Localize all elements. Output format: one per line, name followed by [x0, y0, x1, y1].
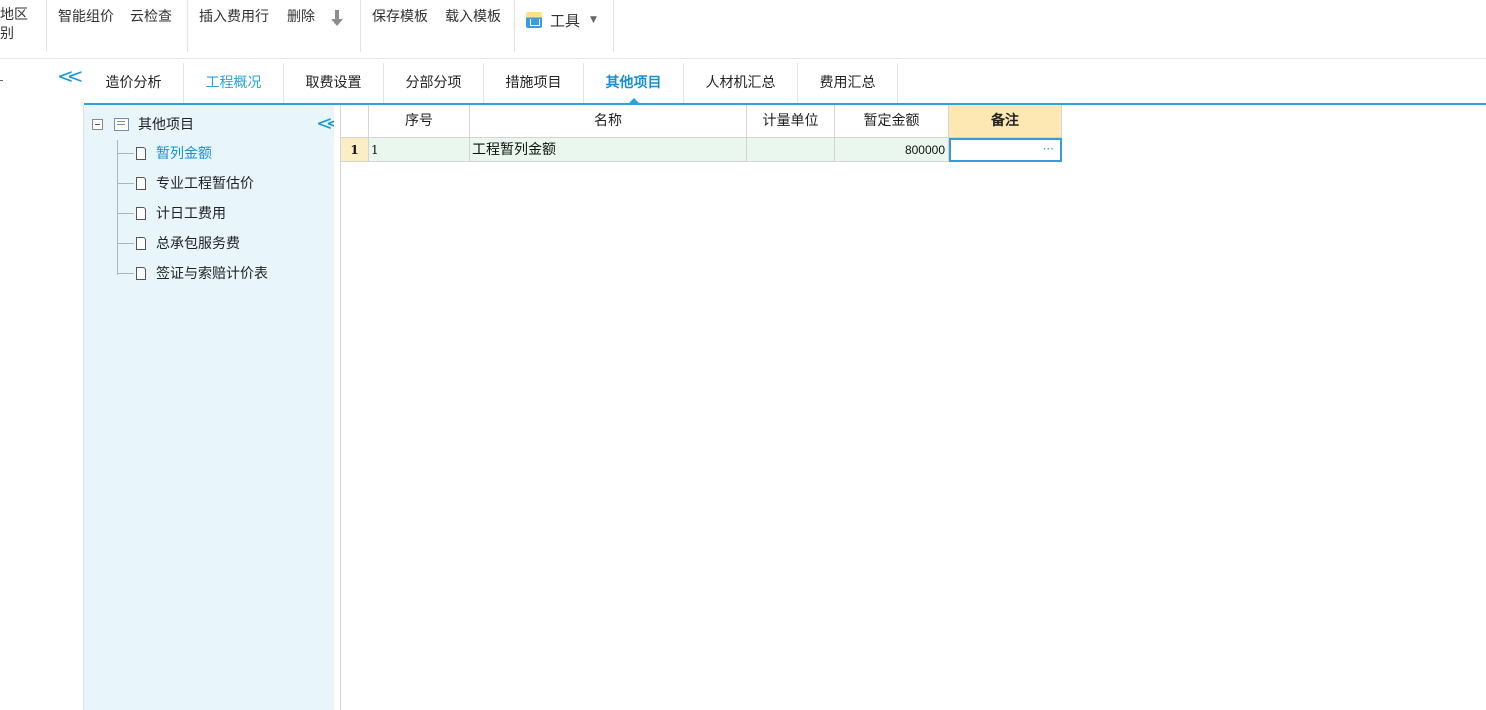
save-template-button[interactable]: 保存模板 [372, 6, 428, 26]
row-number[interactable]: 1 [341, 138, 369, 162]
panel-splitter[interactable] [334, 105, 341, 710]
column-header-unit[interactable]: 计量单位 [747, 105, 835, 138]
tab-bar: 造价分析 工程概况 取费设置 分部分项 措施项目 其他项目 人材机汇总 费用汇总 [84, 63, 1486, 104]
tab-cost-analysis[interactable]: 造价分析 [84, 63, 184, 103]
tree-connector [118, 272, 134, 274]
smart-pricing-button[interactable]: 智能组价 [58, 6, 114, 26]
tree-item-daywork[interactable]: 计日工费用 [118, 201, 226, 225]
left-panel-marker [0, 80, 3, 81]
collapse-left-panel-icon[interactable]: << [57, 66, 83, 86]
cell-note[interactable]: ··· [949, 138, 1062, 162]
toolbar-divider [360, 0, 361, 52]
tree-item-label: 总承包服务费 [156, 236, 240, 252]
toolbar: 地区 别 智能组价 云检查 插入费用行 删除 保存模板 载入模板 工具 ▼ [0, 0, 1486, 59]
load-template-button[interactable]: 载入模板 [445, 6, 501, 26]
tree-item-general-contract-fee[interactable]: 总承包服务费 [118, 231, 240, 255]
tree-connector [118, 242, 134, 244]
toolbar-divider [613, 0, 614, 52]
tab-measures[interactable]: 措施项目 [484, 63, 584, 103]
document-icon [136, 176, 146, 190]
chevron-down-icon: ▼ [590, 15, 597, 25]
tree-item-label: 签证与索赔计价表 [156, 266, 268, 282]
tree-connector [118, 212, 134, 214]
tools-label: 工具 [550, 11, 581, 30]
tab-other-items-label: 其他项目 [605, 75, 662, 91]
column-header-seq[interactable]: 序号 [369, 105, 470, 138]
region-label-line1: 地区 [0, 7, 28, 23]
tree-connector [118, 152, 134, 154]
tab-labor-material-summary[interactable]: 人材机汇总 [684, 63, 798, 103]
column-header-note[interactable]: 备注 [949, 105, 1062, 138]
tab-other-items[interactable]: 其他项目 [584, 63, 684, 104]
document-icon [136, 146, 146, 160]
tab-fee-settings[interactable]: 取费设置 [284, 63, 384, 103]
tree-item-label: 暂列金额 [156, 146, 212, 162]
document-icon [136, 206, 146, 220]
column-header-name[interactable]: 名称 [470, 105, 747, 138]
tab-cost-summary[interactable]: 费用汇总 [798, 63, 898, 103]
move-down-icon[interactable] [330, 8, 344, 28]
column-header-amount[interactable]: 暂定金额 [835, 105, 949, 138]
tree-root-label: 其他项目 [138, 117, 194, 133]
tab-project-overview[interactable]: 工程概况 [184, 63, 284, 103]
tree-connector [118, 182, 134, 184]
collapse-tree-icon[interactable]: << [316, 113, 342, 133]
tree-item-visa-claims[interactable]: 签证与索赔计价表 [118, 261, 268, 285]
cell-unit[interactable] [747, 138, 835, 162]
delete-button[interactable]: 删除 [287, 6, 315, 26]
document-icon [136, 236, 146, 250]
region-label-line2: 别 [0, 26, 14, 42]
collapse-node-icon[interactable] [92, 118, 103, 130]
region-button[interactable]: 地区 别 [0, 6, 28, 44]
cell-amount[interactable]: 800000 [835, 138, 949, 162]
cell-name[interactable]: 工程暂列金额 [470, 138, 747, 162]
corner-header [341, 105, 369, 138]
insert-fee-row-button[interactable]: 插入费用行 [199, 6, 269, 26]
toolbar-divider [514, 0, 515, 52]
table-icon [114, 117, 129, 131]
tab-sub-items[interactable]: 分部分项 [384, 63, 484, 103]
cell-seq[interactable]: 1 [369, 138, 470, 162]
tree-item-provisional-sum[interactable]: 暂列金额 [118, 141, 212, 165]
tree-item-specialty-estimate[interactable]: 专业工程暂估价 [118, 171, 254, 195]
toolbar-divider [46, 0, 47, 52]
cloud-check-button[interactable]: 云检查 [130, 6, 172, 26]
document-icon [136, 266, 146, 280]
tree-item-label: 计日工费用 [156, 206, 226, 222]
tree-root-other-items[interactable]: 其他项目 [92, 114, 194, 134]
tree-panel [84, 105, 334, 710]
tree-item-label: 专业工程暂估价 [156, 176, 254, 192]
more-options-icon[interactable]: ··· [1043, 142, 1054, 156]
toolbar-divider [187, 0, 188, 52]
tools-icon [526, 12, 542, 28]
tools-menu-button[interactable]: 工具 ▼ [526, 9, 597, 31]
